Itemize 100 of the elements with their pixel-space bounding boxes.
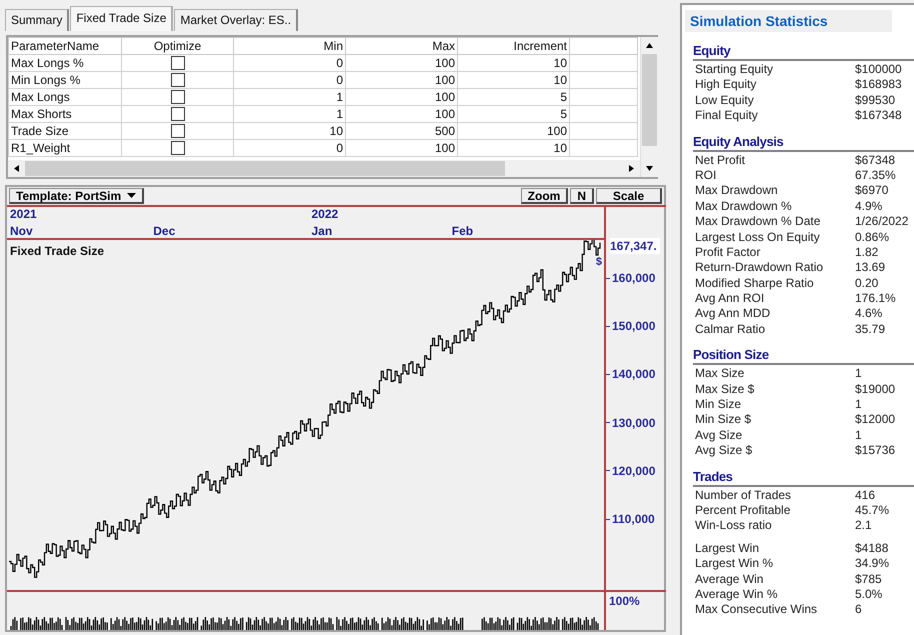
table-cell: 1 xyxy=(234,88,346,106)
tab[interactable]: Fixed Trade Size xyxy=(70,6,174,31)
stat-label: Max Drawdown xyxy=(695,183,779,199)
stat-label: Min Size xyxy=(695,397,742,412)
axis-tick-label: 160,000 xyxy=(612,271,656,285)
stat-value: $4188 xyxy=(855,540,890,556)
stat-label: Number of Trades xyxy=(695,488,792,503)
stat-label: Profit Factor xyxy=(695,244,762,260)
table-cell: 5 xyxy=(458,88,570,106)
stat-label: Max Size xyxy=(695,366,746,382)
column-header[interactable]: Increment xyxy=(458,37,570,54)
toolbar-button[interactable]: Scale xyxy=(596,188,662,204)
table-cell: 10 xyxy=(458,71,570,88)
stat-label: Max Drawdown % xyxy=(695,198,793,214)
stat-value: 0.86% xyxy=(855,230,890,245)
down-arrow-icon xyxy=(645,164,654,173)
toolbar-button[interactable]: N xyxy=(570,188,594,204)
stat-value: 176.1% xyxy=(855,291,897,306)
column-header[interactable]: Max xyxy=(346,37,458,54)
stat-value: $167348 xyxy=(855,108,903,124)
stat-label: Avg Size $ xyxy=(695,443,754,459)
stat-label: Return-Drawdown Ratio xyxy=(695,260,824,276)
stat-value: 416 xyxy=(855,488,876,503)
checkbox[interactable] xyxy=(170,56,184,70)
checkbox[interactable] xyxy=(170,90,184,104)
table-cell: Trade Size xyxy=(8,122,122,140)
checkbox[interactable] xyxy=(170,124,184,138)
table-cell: 100 xyxy=(346,105,458,122)
stat-label: Min Size $ xyxy=(695,412,752,428)
stat-label: Percent Profitable xyxy=(695,502,792,518)
stat-value: $168983 xyxy=(855,77,903,93)
table-cell: 0 xyxy=(234,71,346,88)
stat-value: 67.35% xyxy=(855,168,897,184)
section-heading: Position Size xyxy=(693,347,770,364)
axis-tick-label: 120,000 xyxy=(612,464,656,478)
stat-value: 2.1 xyxy=(855,518,873,534)
stat-label: Max Drawdown % Date xyxy=(695,214,822,230)
tab[interactable]: Summary xyxy=(5,8,70,31)
horizontal-scrollbar[interactable] xyxy=(8,160,640,177)
table-cell: 5 xyxy=(458,105,570,122)
axis-tick-label: 140,000 xyxy=(612,367,656,382)
stat-value: 1 xyxy=(855,428,863,444)
table-cell: 100 xyxy=(346,54,458,72)
template-dropdown[interactable]: Template: PortSim xyxy=(9,188,144,204)
stat-value: 6 xyxy=(855,602,863,618)
table-cell: 10 xyxy=(234,122,346,140)
axis-tick-label: 130,000 xyxy=(612,416,656,430)
column-header[interactable]: ParameterName xyxy=(8,37,122,54)
table-cell: Min Longs % xyxy=(8,71,122,88)
chart-title: Fixed Trade Size xyxy=(10,244,104,258)
stat-label: Win-Loss ratio xyxy=(695,518,773,534)
checkbox[interactable] xyxy=(170,140,184,155)
stat-value: $100000 xyxy=(855,62,903,78)
section-heading: Equity xyxy=(693,43,732,59)
stat-label: Avg Ann ROI xyxy=(695,291,766,306)
table-cell: 0 xyxy=(234,139,346,156)
toolbar-button[interactable]: Zoom xyxy=(520,188,568,204)
vertical-scrollbar[interactable] xyxy=(640,36,658,177)
table-cell: 100 xyxy=(346,88,458,106)
left-arrow-icon xyxy=(12,164,21,173)
table-cell: 1 xyxy=(234,105,346,122)
stat-value: 13.69 xyxy=(855,260,886,276)
table-cell: R1_Weight xyxy=(8,139,122,156)
stat-value: 1.82 xyxy=(855,244,880,260)
stat-value: $785 xyxy=(855,572,883,587)
table-cell: Max Shorts xyxy=(8,105,122,122)
column-header[interactable]: Optimize xyxy=(122,37,234,54)
month-label: Nov xyxy=(10,224,33,238)
table-cell: 100 xyxy=(346,71,458,88)
stat-value: $19000 xyxy=(855,382,896,398)
stat-label: Calmar Ratio xyxy=(695,322,766,338)
stat-label: Max Size $ xyxy=(695,382,756,398)
stat-value: 1 xyxy=(855,366,863,382)
stat-label: Max Consecutive Wins xyxy=(695,602,818,618)
last-value-label: 167,347. xyxy=(610,238,660,254)
stat-label: Avg Ann MDD xyxy=(695,306,772,322)
table-cell: Max Longs % xyxy=(8,54,122,72)
axis-tick-label: 150,000 xyxy=(612,319,656,334)
section-heading: Equity Analysis xyxy=(693,134,784,150)
year-label: 2021 xyxy=(10,207,37,221)
stat-value: 4.6% xyxy=(855,306,884,322)
checkbox[interactable] xyxy=(170,72,184,87)
stat-label: Net Profit xyxy=(695,152,746,168)
stat-value: 1/26/2022 xyxy=(855,214,910,230)
stat-value: $67348 xyxy=(855,152,896,168)
stat-value: $99530 xyxy=(855,92,896,108)
caret-icon xyxy=(127,192,136,198)
stat-label: Largest Win xyxy=(695,540,760,556)
stat-label: Modified Sharpe Ratio xyxy=(695,276,815,292)
tab[interactable]: Market Overlay: ES.. xyxy=(174,8,298,31)
up-arrow-icon xyxy=(645,40,654,50)
stat-value: 4.9% xyxy=(855,198,884,214)
stat-label: Avg Size xyxy=(695,428,744,444)
stat-label: High Equity xyxy=(695,77,758,93)
table-cell: 500 xyxy=(346,122,458,140)
axis-tick-label: 110,000 xyxy=(612,512,655,526)
checkbox[interactable] xyxy=(170,106,184,121)
table-cell: 100 xyxy=(346,139,458,156)
panel-title: Simulation Statistics xyxy=(685,10,892,33)
column-header[interactable]: Min xyxy=(234,37,346,54)
